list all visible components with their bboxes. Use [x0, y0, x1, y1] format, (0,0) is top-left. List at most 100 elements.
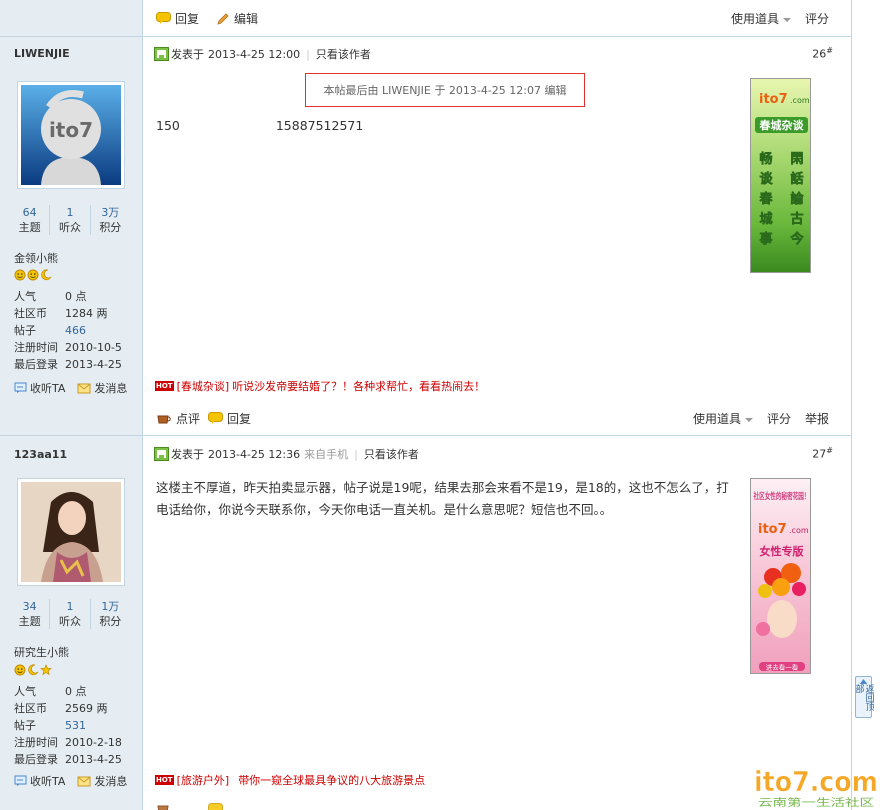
speech-bubble-icon	[208, 412, 223, 424]
content-text: 150	[156, 118, 180, 133]
hot-badge-icon: HOT	[155, 381, 174, 391]
ad-title: 女性专版	[760, 544, 804, 558]
ad-title: 春城杂谈	[760, 118, 805, 132]
level-medals	[14, 664, 52, 676]
floor-mark: #	[826, 446, 833, 455]
ad-char: 古	[790, 211, 803, 227]
author-name[interactable]: LIWENJIE	[14, 47, 70, 60]
info-key: 最后登录	[14, 753, 58, 766]
info-value[interactable]: 466	[65, 322, 86, 339]
prev-post-sidebar	[0, 0, 143, 36]
reply-button[interactable]: 回复	[208, 410, 251, 427]
reply-button[interactable]: 回复	[156, 10, 199, 27]
star-level-icon	[40, 664, 52, 676]
posted-label: 发表于	[171, 48, 204, 61]
comment-button[interactable]	[156, 803, 172, 810]
follow-button[interactable]: 收听TA	[14, 773, 65, 789]
prev-post-actions: 使用道具 评分	[731, 10, 829, 27]
stat-listeners[interactable]: 1 听众	[49, 599, 89, 629]
text-ad-link[interactable]: HOT [旅游户外] 带你一窥全球最具争议的八大旅游景点	[155, 772, 425, 788]
stat-value: 1	[66, 600, 74, 613]
women-section-ad-graphic: 社区女性的秘密花园！ ito7 .com 女性专版 进去看一看	[753, 491, 810, 672]
info-row: 帖子 531	[14, 717, 122, 734]
floor-value: 27	[812, 447, 827, 461]
avatar[interactable]	[17, 478, 125, 586]
moon-level-icon	[28, 664, 39, 676]
only-author-link[interactable]: 只看该作者	[364, 446, 419, 462]
floor-number[interactable]: 27#	[812, 446, 833, 461]
level-medals	[14, 269, 52, 281]
info-value[interactable]: 531	[65, 717, 86, 734]
edit-button[interactable]: 编辑	[216, 10, 258, 27]
info-key: 注册时间	[14, 736, 58, 749]
stat-points[interactable]: 3万 积分	[89, 205, 130, 235]
pencil-icon	[217, 12, 229, 25]
stat-label: 积分	[99, 221, 122, 234]
stat-points[interactable]: 1万 积分	[89, 599, 130, 629]
info-row: 帖子 466	[14, 322, 122, 339]
sun-level-icon	[14, 664, 26, 676]
ad-char: 事	[759, 231, 772, 247]
reply-button[interactable]	[208, 803, 223, 810]
message-label: 发消息	[94, 382, 128, 395]
coffee-cup-icon	[157, 805, 169, 810]
side-ad-banner[interactable]: 社区女性的秘密花园！ ito7 .com 女性专版 进去看一看	[750, 478, 811, 674]
post-content: 150 15887512571	[156, 115, 363, 137]
post-body: 发表于 2013-4-25 12:36 来自手机 | 只看该作者 27# 这楼主…	[144, 436, 851, 810]
ad-headline: 带你一窥全球最具争议的八大旅游景点	[238, 774, 426, 787]
message-label: 发消息	[94, 775, 128, 788]
stat-topics[interactable]: 64 主题	[10, 205, 49, 235]
speech-bubble-icon	[156, 12, 171, 24]
stat-label: 听众	[58, 221, 81, 234]
avatar[interactable]: ito7	[17, 81, 125, 189]
content-text: 15887512571	[275, 118, 364, 133]
forum-thread-frame: 回复 编辑 使用道具 评分 LIWENJIE ito7 64 主题 1 听众 3…	[0, 0, 852, 810]
side-ad-banner[interactable]: ito7 .com 春城杂谈 畅 谈 春 城 事 閑 話 論 古 今	[750, 78, 811, 273]
user-rank: 金领小熊	[14, 252, 58, 265]
ad-char: 谈	[759, 171, 773, 187]
back-to-top-button[interactable]: 返回顶部	[854, 676, 874, 718]
ad-tagline: 社区女性的秘密花园！	[753, 491, 810, 502]
stat-value: 34	[22, 600, 37, 613]
info-row: 最后登录 2013-4-25	[14, 751, 122, 768]
use-tools-label: 使用道具	[730, 12, 779, 26]
user-photo-avatar-icon	[21, 482, 121, 582]
stat-value: 64	[22, 206, 37, 219]
info-value: 2013-4-25	[65, 753, 122, 766]
send-message-button[interactable]: 发消息	[77, 380, 127, 396]
chevron-down-icon	[782, 17, 791, 22]
author-sidebar: LIWENJIE ito7 64 主题 1 听众 3万 积分 金领小熊 人气 0 点 社…	[0, 37, 143, 435]
send-message-button[interactable]: 发消息	[77, 773, 127, 789]
stat-listeners[interactable]: 1 听众	[49, 205, 89, 235]
comment-button[interactable]: 点评	[156, 410, 200, 427]
info-value: 2010-10-5	[65, 341, 122, 354]
text-ad-link[interactable]: HOT [春城杂谈] 听说沙发帝要结婚了？！各种求帮忙，看看热闹去！	[155, 378, 485, 394]
stat-topics[interactable]: 34 主题	[10, 599, 49, 629]
author-name[interactable]: 123aa11	[14, 448, 67, 461]
use-tools-menu[interactable]: 使用道具	[731, 10, 791, 27]
ad-char: 今	[789, 231, 804, 247]
ad-char: 春	[758, 191, 773, 207]
ad-char: 畅	[759, 151, 772, 167]
use-tools-menu[interactable]: 使用道具	[693, 410, 753, 427]
site-watermark-logo: ito7.com 云南第一生活社区	[754, 765, 879, 809]
sun-level-icon	[27, 269, 39, 281]
flower-crown-graphic	[758, 563, 806, 598]
info-value: 2013-4-25	[65, 358, 122, 371]
stat-label: 主题	[18, 221, 41, 234]
edit-label: 编辑	[234, 12, 259, 26]
follow-button[interactable]: 收听TA	[14, 380, 65, 396]
floor-number[interactable]: 26#	[812, 46, 833, 61]
follow-label: 收听TA	[30, 382, 66, 395]
report-button[interactable]: 举报	[805, 410, 829, 427]
info-row: 人气 0 点	[14, 683, 122, 700]
stat-value: 1	[66, 206, 74, 219]
only-author-link[interactable]: 只看该作者	[316, 46, 371, 62]
rate-button[interactable]: 评分	[805, 10, 829, 27]
floor-mark: #	[826, 46, 833, 55]
floor-value: 26	[812, 47, 827, 61]
rate-button[interactable]: 评分	[767, 410, 791, 427]
chuncheng-ad-graphic: ito7 .com 春城杂谈 畅 谈 春 城 事 閑 話 論 古 今	[755, 92, 810, 247]
author-info: 人气 0 点 社区币 1284 两 帖子 466 注册时间 2010-10-5 最后登录…	[14, 288, 122, 373]
ad-brand: ito7	[759, 92, 788, 107]
